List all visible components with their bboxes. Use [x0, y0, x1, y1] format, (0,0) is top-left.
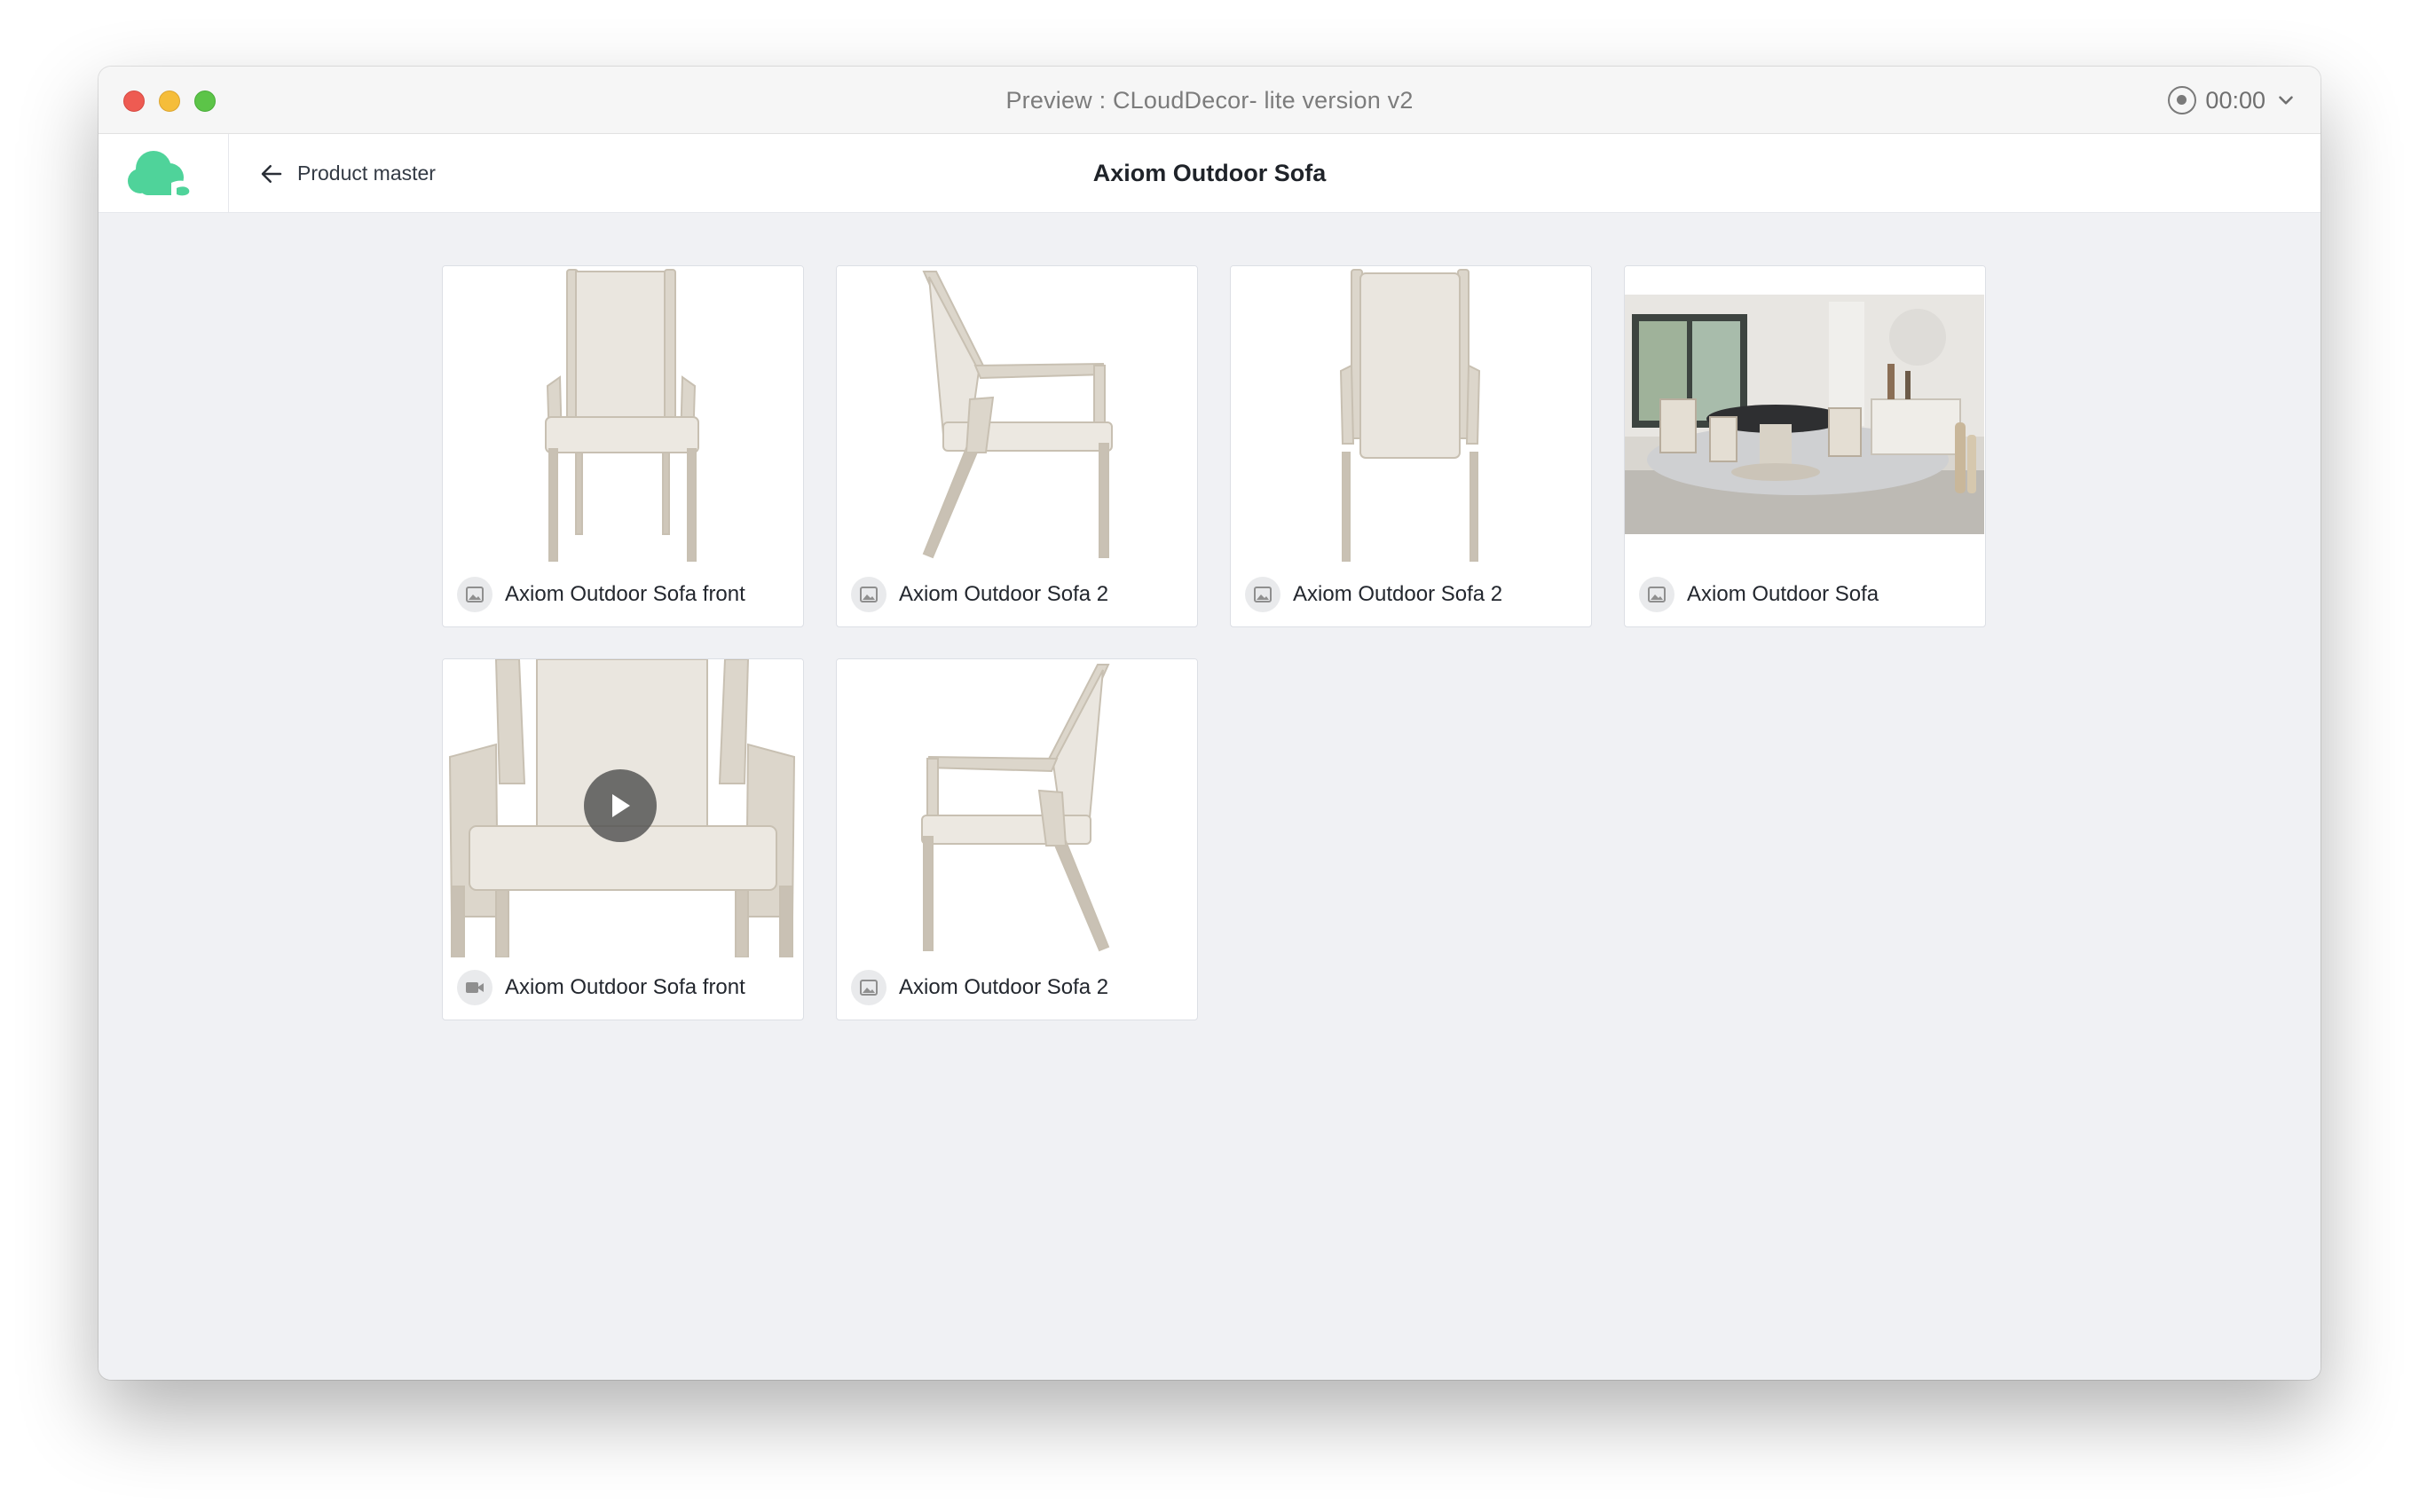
- media-card[interactable]: Axiom Outdoor Sofa 2: [1230, 265, 1592, 627]
- back-to-product-master[interactable]: Product master: [258, 134, 436, 213]
- app-window: Preview : CLoudDecor- lite version v2 00…: [98, 67, 2321, 1380]
- media-thumbnail: [443, 266, 803, 564]
- media-thumbnail: [443, 659, 803, 957]
- media-card[interactable]: Axiom Outdoor Sofa 2: [836, 658, 1198, 1020]
- media-thumbnail: [1625, 266, 1985, 564]
- media-caption: Axiom Outdoor Sofa: [1639, 575, 1976, 614]
- media-caption: Axiom Outdoor Sofa front: [457, 968, 794, 1007]
- media-caption: Axiom Outdoor Sofa 2: [851, 968, 1188, 1007]
- title-bar: Preview : CLoudDecor- lite version v2 00…: [98, 67, 2321, 134]
- chevron-down-icon: [2279, 96, 2293, 105]
- media-thumbnail: [837, 659, 1197, 957]
- record-icon: [2168, 86, 2197, 114]
- image-icon: [851, 970, 886, 1005]
- media-thumbnail: [837, 266, 1197, 564]
- media-card[interactable]: Axiom Outdoor Sofa front: [442, 658, 804, 1020]
- media-card[interactable]: Axiom Outdoor Sofa front: [442, 265, 804, 627]
- media-card[interactable]: Axiom Outdoor Sofa 2: [836, 265, 1198, 627]
- media-gallery: Axiom Outdoor Sofa front Axiom Outdoor S…: [98, 213, 2321, 1380]
- cloud-logo-icon: [128, 150, 193, 198]
- media-thumbnail: [1231, 266, 1591, 564]
- back-label: Product master: [297, 161, 436, 185]
- media-caption: Axiom Outdoor Sofa 2: [1245, 575, 1582, 614]
- media-card[interactable]: Axiom Outdoor Sofa: [1624, 265, 1986, 627]
- image-icon: [1245, 577, 1280, 612]
- arrow-left-icon: [261, 164, 282, 183]
- media-caption: Axiom Outdoor Sofa front: [457, 575, 794, 614]
- media-caption: Axiom Outdoor Sofa 2: [851, 575, 1188, 614]
- image-icon: [1639, 577, 1674, 612]
- media-label: Axiom Outdoor Sofa 2: [899, 975, 1109, 999]
- media-label: Axiom Outdoor Sofa 2: [1293, 582, 1503, 606]
- image-icon: [851, 577, 886, 612]
- brand-logo[interactable]: [98, 134, 229, 213]
- media-label: Axiom Outdoor Sofa front: [505, 975, 745, 999]
- media-label: Axiom Outdoor Sofa: [1687, 582, 1879, 606]
- image-icon: [457, 577, 492, 612]
- video-icon: [457, 970, 492, 1005]
- media-label: Axiom Outdoor Sofa front: [505, 582, 745, 606]
- play-icon[interactable]: [584, 769, 657, 842]
- timer-value: 00:00: [2205, 86, 2265, 114]
- recording-timer[interactable]: 00:00: [2168, 84, 2297, 116]
- app-header: Product master Axiom Outdoor Sofa: [98, 134, 2321, 213]
- window-title: Preview : CLoudDecor- lite version v2: [1005, 87, 1414, 114]
- media-label: Axiom Outdoor Sofa 2: [899, 582, 1109, 606]
